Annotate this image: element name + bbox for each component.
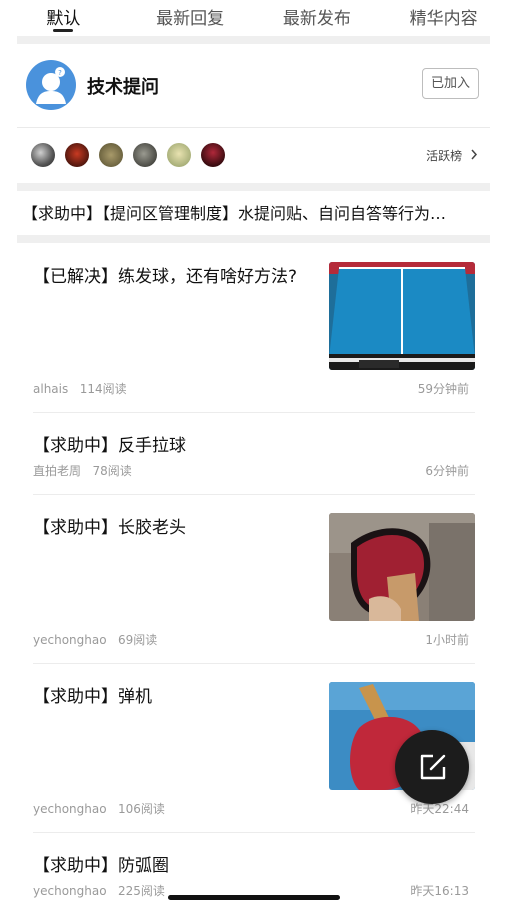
post-meta: yechonghao 225阅读 (33, 882, 165, 899)
tab-label: 最新回复 (156, 9, 225, 29)
active-tab-indicator (53, 29, 74, 32)
post-title: 【已解决】练发球，还有啥好方法? (33, 267, 298, 287)
forum-title: 技术提问 (87, 77, 159, 98)
member-avatar[interactable] (99, 143, 123, 167)
post-reads: 69阅读 (118, 633, 158, 647)
ranking-link[interactable]: 活跃榜 (426, 147, 478, 164)
tab-default[interactable]: 默认 (0, 0, 127, 36)
forum-avatar: ? (26, 60, 76, 110)
post-meta: yechonghao 106阅读 (33, 800, 165, 817)
post-reads: 106阅读 (118, 802, 165, 816)
post-author: yechonghao (33, 802, 107, 816)
post-author: 直拍老周 (33, 464, 82, 478)
tab-bar: 默认 最新回复 最新发布 精华内容 (0, 0, 507, 36)
joined-button[interactable]: 已加入 (422, 68, 479, 99)
post-meta: 直拍老周 78阅读 (33, 462, 132, 479)
post-title: 【求助中】反手拉球 (33, 436, 186, 456)
post-time: 昨天16:13 (410, 884, 469, 898)
member-avatar[interactable] (65, 143, 89, 167)
post-reads: 225阅读 (118, 884, 165, 898)
svg-text:?: ? (58, 69, 62, 77)
tab-latest-reply[interactable]: 最新回复 (127, 0, 254, 36)
divider (17, 127, 490, 128)
section-gap (17, 183, 490, 191)
member-avatar[interactable] (167, 143, 191, 167)
divider (33, 832, 475, 833)
divider (33, 663, 475, 664)
tab-label: 默认 (46, 9, 81, 29)
post-item[interactable]: 【求助中】反手拉球 直拍老周 78阅读 6分钟前 (33, 431, 475, 481)
post-time: 1小时前 (425, 633, 469, 647)
post-meta: yechonghao 69阅读 (33, 631, 157, 648)
ranking-label: 活跃榜 (426, 149, 463, 163)
post-item[interactable]: 【已解决】练发球，还有啥好方法? alhais 114阅读 59分钟前 (33, 262, 475, 396)
chevron-right-icon (470, 149, 478, 163)
pinned-notice[interactable]: 【求助中】【提问区管理制度】水提问贴、自问自答等行为… (22, 200, 484, 224)
user-question-icon: ? (36, 67, 66, 104)
section-gap (17, 36, 490, 44)
section-gap (17, 235, 490, 243)
post-item[interactable]: 【求助中】长胶老头 yechonghao 69阅读 1小时前 (33, 513, 475, 648)
divider (33, 494, 475, 495)
post-thumbnail (329, 513, 475, 621)
tab-label: 最新发布 (282, 9, 351, 29)
new-post-button[interactable] (395, 730, 469, 804)
post-author: alhais (33, 382, 69, 396)
post-title: 【求助中】防弧圈 (33, 856, 169, 876)
post-time: 6分钟前 (425, 464, 469, 478)
tab-label: 精华内容 (409, 9, 478, 29)
post-reads: 114阅读 (79, 382, 127, 396)
home-indicator[interactable] (168, 895, 340, 900)
forum-header[interactable]: ? 技术提问 已加入 (17, 52, 490, 124)
post-reads: 78阅读 (92, 464, 132, 478)
post-item[interactable]: 【求助中】防弧圈 yechonghao 225阅读 昨天16:13 (33, 851, 475, 899)
post-title: 【求助中】长胶老头 (33, 518, 186, 538)
post-thumbnail (329, 262, 475, 370)
edit-icon (420, 754, 446, 780)
post-author: yechonghao (33, 633, 107, 647)
post-meta: alhais 114阅读 (33, 380, 127, 397)
tab-latest-post[interactable]: 最新发布 (254, 0, 381, 36)
post-author: yechonghao (33, 884, 107, 898)
post-title: 【求助中】弹机 (33, 687, 152, 707)
tab-featured[interactable]: 精华内容 (380, 0, 507, 36)
divider (33, 412, 475, 413)
member-avatar[interactable] (133, 143, 157, 167)
member-avatar[interactable] (31, 143, 55, 167)
member-avatar[interactable] (201, 143, 225, 167)
post-time: 59分钟前 (417, 382, 469, 396)
active-members-row[interactable]: 活跃榜 (17, 140, 490, 170)
